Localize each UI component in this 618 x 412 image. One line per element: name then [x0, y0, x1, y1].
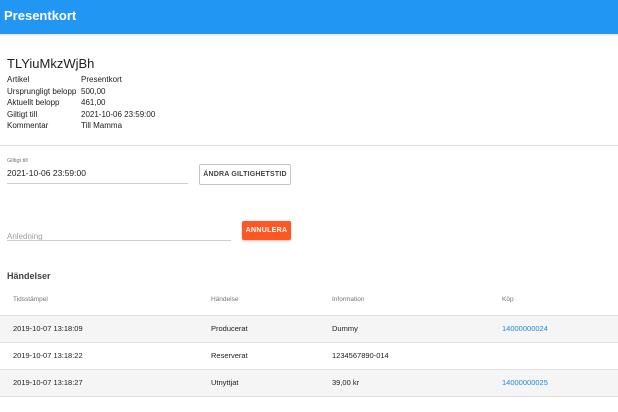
gift-card-details: Artikel Presentkort Ursprungligt belopp … — [7, 75, 207, 133]
cell-information: Dummy — [332, 324, 358, 333]
detail-value: Till Mamma — [81, 121, 123, 130]
purchase-link[interactable]: 14000000024 — [502, 324, 548, 333]
detail-value: 500,00 — [81, 86, 106, 96]
app-bar: Presentkort — [0, 0, 618, 34]
valid-until-label: Giltigt till — [7, 158, 28, 164]
reason-underline — [7, 240, 231, 241]
detail-label: Ursprungligt belopp — [7, 86, 77, 96]
app-bar-shadow — [0, 34, 618, 37]
events-title: Händelser — [7, 271, 51, 281]
reason-field[interactable]: Anledning — [7, 224, 231, 241]
valid-until-value[interactable]: 2021-10-06 23:59:00 — [7, 168, 86, 178]
app-title: Presentkort — [4, 8, 77, 23]
detail-row-article: Artikel Presentkort — [7, 75, 207, 87]
change-validity-button[interactable]: ÄNDRA GILTIGHETSTID — [199, 164, 291, 185]
section-divider — [0, 145, 618, 146]
detail-row-current-amount: Aktuellt belopp 461,00 — [7, 98, 207, 110]
cell-event: Producerat — [211, 324, 248, 333]
cell-event: Utnyttjat — [211, 378, 239, 387]
detail-value: 461,00 — [81, 98, 106, 107]
events-table: Tidsstämpel Händelse Information Köp 201… — [0, 290, 618, 397]
detail-label: Artikel — [7, 75, 30, 84]
valid-until-underline — [7, 183, 188, 184]
valid-until-field[interactable]: Giltigt till 2021-10-06 23:59:00 — [7, 158, 188, 184]
detail-row-comment: Kommentar Till Mamma — [7, 121, 207, 133]
detail-row-original-amount: Ursprungligt belopp 500,00 — [7, 87, 207, 99]
detail-label: Aktuellt belopp — [7, 98, 60, 107]
cell-information: 1234567890-014 — [332, 351, 389, 360]
cell-timestamp: 2019-10-07 13:18:27 — [13, 378, 83, 387]
cell-timestamp: 2019-10-07 13:18:22 — [13, 351, 83, 360]
purchase-link[interactable]: 14000000025 — [502, 378, 548, 387]
gift-card-code: TLYiuMkzWjBh — [7, 56, 95, 71]
detail-label: Giltigt till — [7, 109, 38, 119]
column-header-information: Information — [332, 296, 365, 303]
table-header: Tidsstämpel Händelse Information Köp — [0, 290, 618, 316]
column-header-event: Händelse — [211, 296, 239, 303]
cell-information: 39,00 kr — [332, 378, 360, 387]
detail-label: Kommentar — [7, 121, 49, 130]
cell-event: Reserverat — [211, 351, 248, 360]
table-row: 2019-10-07 13:18:22 Reserverat 123456789… — [0, 343, 618, 370]
detail-row-valid-until: Giltigt till 2021-10-06 23:59:00 — [7, 110, 207, 122]
column-header-purchase: Köp — [502, 296, 514, 303]
column-header-timestamp: Tidsstämpel — [13, 296, 48, 303]
table-row: 2019-10-07 13:18:27 Utnyttjat 39,00 kr 1… — [0, 370, 618, 397]
detail-value: Presentkort — [81, 75, 122, 84]
detail-value: 2021-10-06 23:59:00 — [81, 109, 156, 119]
cell-timestamp: 2019-10-07 13:18:09 — [13, 324, 83, 333]
cancel-gift-card-button[interactable]: ANNULERA — [242, 221, 291, 240]
table-row: 2019-10-07 13:18:09 Producerat Dummy 140… — [0, 316, 618, 343]
